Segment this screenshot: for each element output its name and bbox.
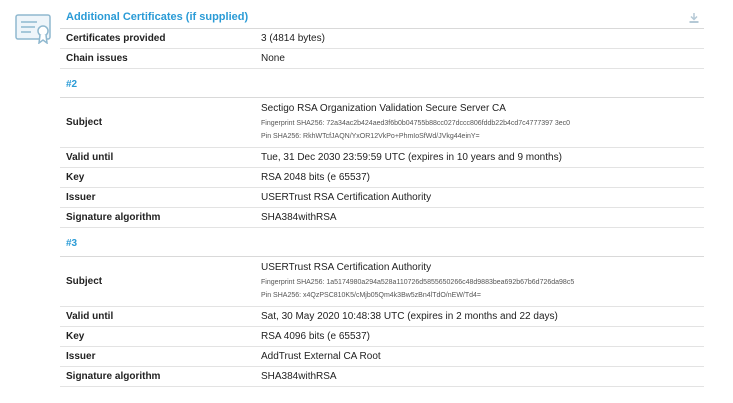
- valid-until-row: Valid until Tue, 31 Dec 2030 23:59:59 UT…: [60, 148, 704, 168]
- signature-algorithm-row: Signature algorithm SHA384withRSA: [60, 367, 704, 387]
- issuer-row: Issuer USERTrust RSA Certification Autho…: [60, 188, 704, 208]
- row-label: Chain issues: [66, 53, 128, 64]
- subject-value: USERTrust RSA Certification Authority: [261, 262, 432, 273]
- certificate-icon: [15, 14, 51, 44]
- row-label: Certificates provided: [66, 33, 166, 44]
- subject-row: Subject Sectigo RSA Organization Validat…: [60, 98, 704, 148]
- key-row: Key RSA 4096 bits (e 65537): [60, 327, 704, 347]
- section-header: Additional Certificates (if supplied): [60, 8, 704, 29]
- row-label: Issuer: [66, 351, 96, 362]
- row-value: RSA 2048 bits (e 65537): [261, 172, 370, 183]
- row-value: 3 (4814 bytes): [261, 33, 325, 44]
- row-label: Valid until: [66, 152, 114, 163]
- valid-until-row: Valid until Sat, 30 May 2020 10:48:38 UT…: [60, 307, 704, 327]
- row-value: SHA384withRSA: [261, 212, 337, 223]
- row-value: AddTrust External CA Root: [261, 351, 381, 362]
- section-title: Additional Certificates (if supplied): [66, 11, 249, 23]
- issuer-row: Issuer AddTrust External CA Root: [60, 347, 704, 367]
- pin-value: Pin SHA256: RkhWTcfJAQN/YxOR12VkPo+PhmIo…: [261, 133, 480, 140]
- subject-row: Subject USERTrust RSA Certification Auth…: [60, 257, 704, 307]
- row-label: Signature algorithm: [66, 371, 161, 382]
- pin-value: Pin SHA256: x4QzPSC810K5/cMjb05Qm4k3Bw5z…: [261, 292, 482, 299]
- additional-certificates-section: Additional Certificates (if supplied) Ce…: [60, 8, 704, 387]
- row-label: Key: [66, 172, 85, 183]
- row-value: USERTrust RSA Certification Authority: [261, 192, 432, 203]
- subject-value: Sectigo RSA Organization Validation Secu…: [261, 103, 506, 114]
- key-row: Key RSA 2048 bits (e 65537): [60, 168, 704, 188]
- fingerprint-value: Fingerprint SHA256: 72a34ac2b424aed3f6b0…: [261, 120, 571, 127]
- row-label: Key: [66, 331, 85, 342]
- row-value: Tue, 31 Dec 2030 23:59:59 UTC (expires i…: [261, 152, 562, 163]
- row-label: Issuer: [66, 192, 96, 203]
- row-value: SHA384withRSA: [261, 371, 337, 382]
- row-value: RSA 4096 bits (e 65537): [261, 331, 370, 342]
- row-label: Subject: [66, 276, 103, 287]
- fingerprint-value: Fingerprint SHA256: 1a5174980a294a528a11…: [261, 279, 575, 286]
- row-label: Signature algorithm: [66, 212, 161, 223]
- download-icon[interactable]: [688, 12, 700, 24]
- chain-issues-row: Chain issues None: [60, 49, 704, 69]
- row-label: Subject: [66, 117, 103, 128]
- cert-heading: #3: [60, 228, 704, 257]
- signature-algorithm-row: Signature algorithm SHA384withRSA: [60, 208, 704, 228]
- row-label: Valid until: [66, 311, 114, 322]
- row-value: None: [261, 53, 285, 64]
- cert-heading: #2: [60, 69, 704, 98]
- certificates-provided-row: Certificates provided 3 (4814 bytes): [60, 29, 704, 49]
- row-value: Sat, 30 May 2020 10:48:38 UTC (expires i…: [261, 311, 558, 322]
